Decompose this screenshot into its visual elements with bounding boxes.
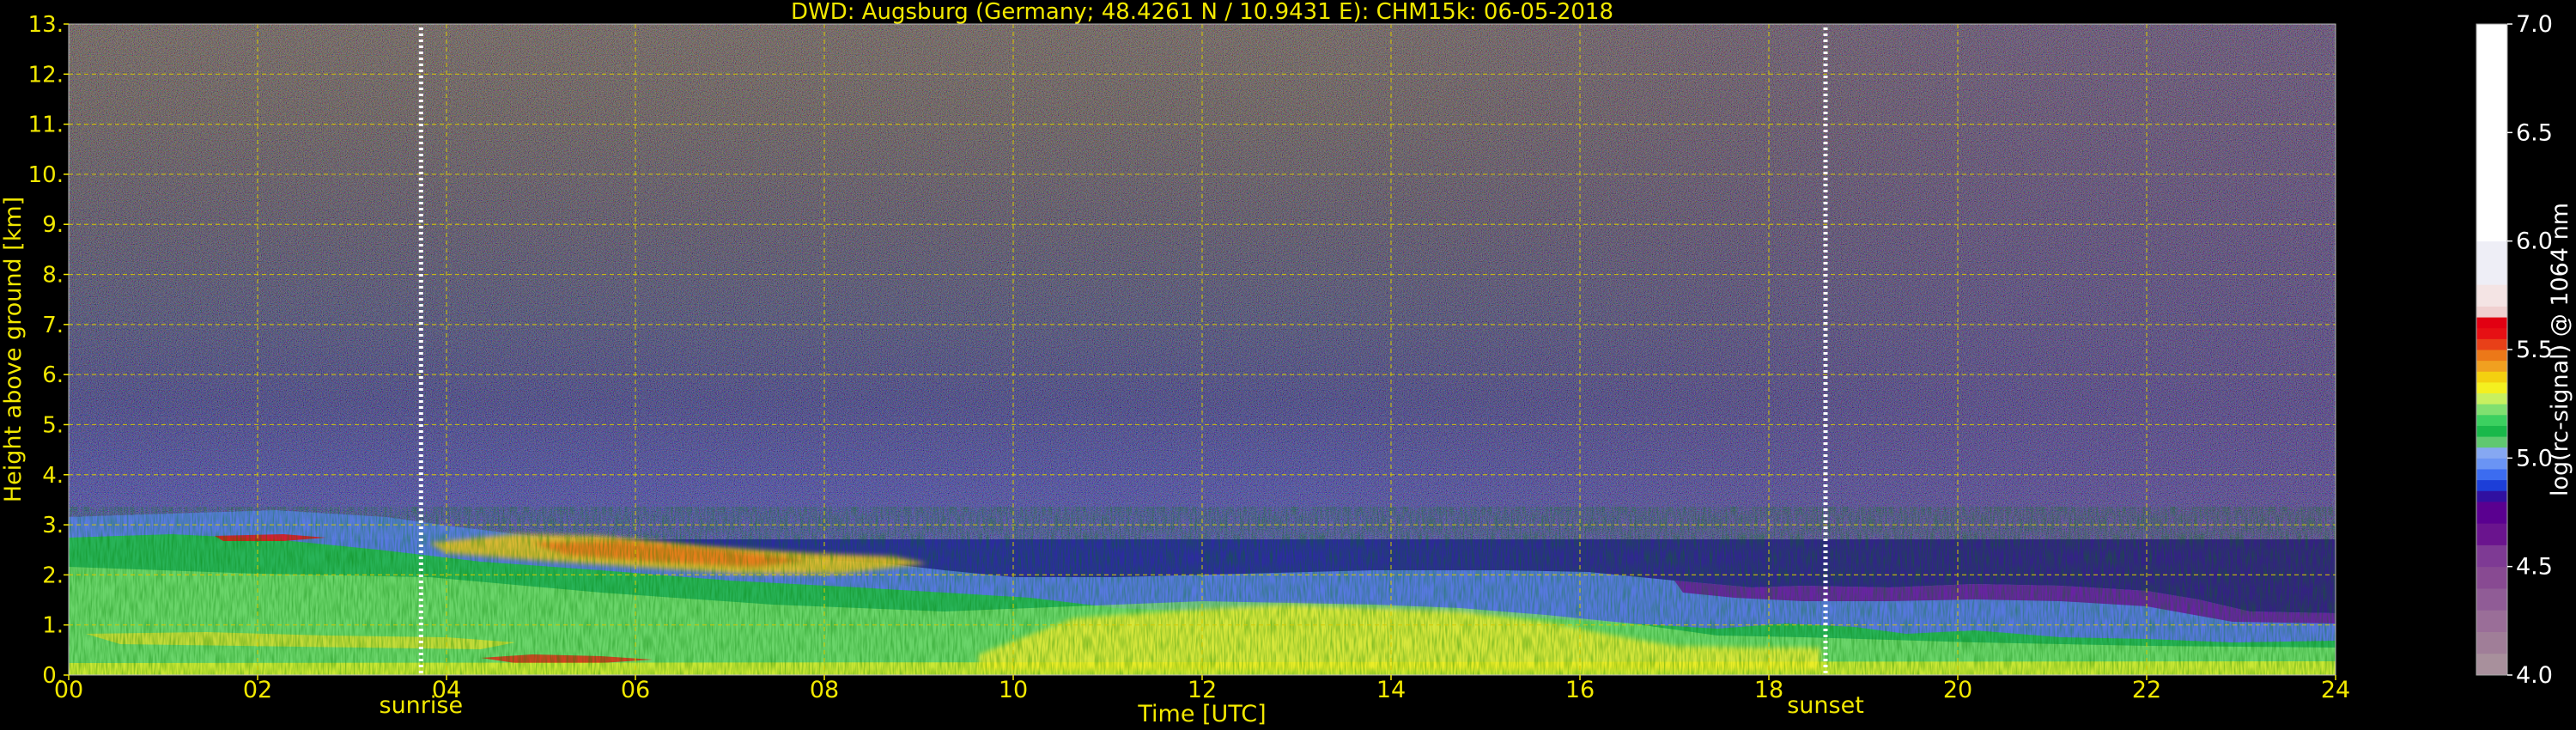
sunset-label: sunset — [1787, 692, 1864, 719]
x-tick-label: 04 — [432, 677, 461, 703]
colorbar-level — [2476, 360, 2507, 372]
colorbar-level — [2476, 566, 2507, 589]
colorbar-level — [2476, 587, 2507, 611]
colorbar-level — [2476, 523, 2507, 545]
y-tick-label: 12. — [28, 62, 64, 88]
lidar-backscatter-chart: sunrise sunset 00 02 04 06 08 10 12 14 16 18 20 22 24… — [0, 0, 2573, 727]
x-tick-label: 24 — [2321, 677, 2350, 703]
colorbar-level — [2476, 479, 2507, 491]
y-tick-label: 11. — [28, 113, 64, 138]
colorbar-level — [2476, 381, 2507, 394]
colorbar-level — [2476, 327, 2507, 339]
x-tick-label: 08 — [810, 677, 839, 703]
colorbar-level — [2476, 404, 2507, 416]
plot-area — [69, 24, 2336, 675]
colorbar-level — [2476, 306, 2507, 318]
colorbar-level — [2476, 490, 2507, 502]
colorbar-tick-label: 4.5 — [2516, 554, 2553, 581]
colorbar-tick-label: 6.5 — [2516, 119, 2553, 146]
colorbar-level — [2476, 436, 2507, 448]
x-tick-label: 18 — [1754, 677, 1783, 703]
colorbar-tick-label: 7.0 — [2516, 11, 2553, 38]
y-tick-label: 6. — [42, 362, 64, 388]
x-axis-label: Time [UTC] — [1137, 701, 1266, 727]
colorbar — [2476, 24, 2507, 676]
colorbar-ticks: 4.04.55.05.56.06.57.0 — [2507, 11, 2553, 689]
y-tick-label: 4. — [42, 463, 64, 489]
colorbar-level — [2476, 501, 2507, 524]
colorbar-level — [2476, 284, 2507, 307]
y-tick-label: 10. — [28, 162, 64, 188]
x-tick-label: 22 — [2132, 677, 2161, 703]
x-tick-label: 02 — [243, 677, 272, 703]
colorbar-tick-label: 4.0 — [2516, 662, 2553, 689]
y-tick-label: 2. — [42, 563, 64, 588]
y-axis-ticks: 0. 1. 2. 3. 4. 5. 6. 7. 8. 9. 10. 11. 12. 13. — [28, 12, 69, 689]
y-tick-label: 5. — [42, 412, 64, 438]
colorbar-level — [2476, 610, 2507, 632]
colorbar-level — [2476, 338, 2507, 350]
y-tick-label: 8. — [42, 263, 64, 289]
x-tick-label: 06 — [621, 677, 650, 703]
colorbar-level — [2476, 414, 2507, 426]
y-tick-label: 7. — [42, 313, 64, 338]
y-tick-label: 13. — [28, 12, 64, 38]
colorbar-level — [2476, 544, 2507, 568]
x-tick-label: 16 — [1565, 677, 1595, 703]
y-tick-label: 0. — [42, 663, 64, 689]
colorbar-level — [2476, 458, 2507, 470]
y-tick-label: 1. — [42, 613, 64, 639]
colorbar-level — [2476, 653, 2507, 676]
y-tick-label: 9. — [42, 212, 64, 238]
x-tick-label: 20 — [1943, 677, 1972, 703]
colorbar-level — [2476, 240, 2507, 285]
x-tick-label: 12 — [1188, 677, 1217, 703]
colorbar-level — [2476, 468, 2507, 481]
y-axis-label: Height above ground [km] — [0, 197, 27, 502]
y-tick-label: 3. — [42, 513, 64, 538]
colorbar-level — [2476, 350, 2507, 362]
colorbar-level — [2476, 24, 2507, 242]
colorbar-level — [2476, 425, 2507, 437]
colorbar-level — [2476, 371, 2507, 383]
x-tick-label: 10 — [999, 677, 1028, 703]
colorbar-level — [2476, 631, 2507, 654]
x-tick-label: 14 — [1376, 677, 1406, 703]
colorbar-label: log(rc-signal) @ 1064 nm — [2547, 203, 2573, 496]
colorbar-level — [2476, 392, 2507, 405]
colorbar-level — [2476, 317, 2507, 329]
chart-title: DWD: Augsburg (Germany; 48.4261 N / 10.9… — [791, 0, 1613, 25]
colorbar-level — [2476, 447, 2507, 459]
